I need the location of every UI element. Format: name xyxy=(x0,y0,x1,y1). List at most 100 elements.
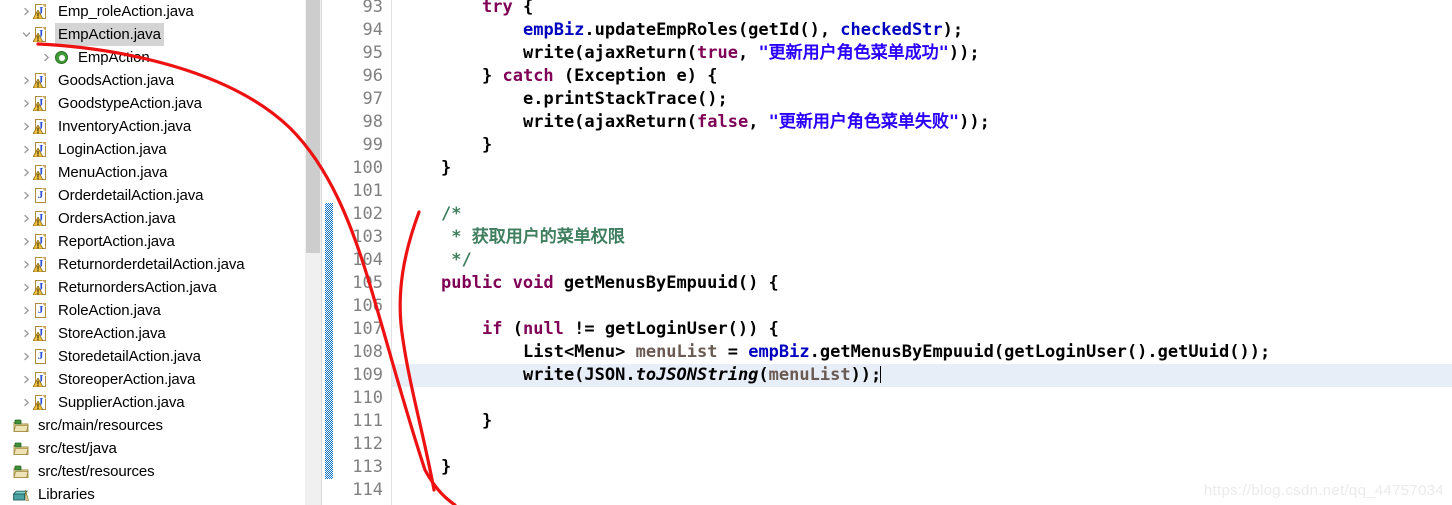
chevron-right-icon[interactable] xyxy=(20,207,33,230)
chevron-right-icon[interactable] xyxy=(20,299,33,322)
code-line-113[interactable]: } xyxy=(441,456,451,479)
line-number: 98 xyxy=(362,112,383,132)
code-line-105[interactable]: public void getMenusByEmpuuid() { xyxy=(441,272,779,295)
code-line-96[interactable]: } catch (Exception e) { xyxy=(482,65,717,88)
line-number: 95 xyxy=(362,43,383,63)
chevron-right-icon[interactable] xyxy=(20,161,33,184)
tree-item-empaction[interactable]: EmpAction xyxy=(0,46,305,69)
tree-item-ordersaction-java[interactable]: J OrdersAction.java xyxy=(0,207,305,230)
chevron-right-icon[interactable] xyxy=(20,322,33,345)
code-line-104[interactable]: */ xyxy=(451,249,471,272)
code-token: } xyxy=(482,135,493,155)
java-file-warning-icon: J xyxy=(33,141,49,158)
code-token: } xyxy=(482,66,503,86)
tree-item-inventoryaction-java[interactable]: J InventoryAction.java xyxy=(0,115,305,138)
tree-item-label: StoreAction.java xyxy=(58,325,166,342)
tree-item-menuaction-java[interactable]: J MenuAction.java xyxy=(0,161,305,184)
tree-item-goodsaction-java[interactable]: J GoodsAction.java xyxy=(0,69,305,92)
code-token: getMenusByEmpuuid() { xyxy=(553,273,779,293)
code-token: write(JSON. xyxy=(523,365,636,385)
code-token: != getLoginUser()) { xyxy=(563,319,779,339)
tree-item-goodstypeaction-java[interactable]: J GoodstypeAction.java xyxy=(0,92,305,115)
code-line-98[interactable]: write(ajaxReturn(false, "更新用户角色菜单失败")); xyxy=(523,111,990,134)
editor-code-area[interactable]: try {empBiz.updateEmpRoles(getId(), chec… xyxy=(392,0,1452,505)
chevron-right-icon[interactable] xyxy=(20,230,33,253)
tree-item-storedetailaction-java[interactable]: J StoredetailAction.java xyxy=(0,345,305,368)
line-number: 113 xyxy=(352,457,383,477)
tree-item-libraries[interactable]: Libraries xyxy=(0,483,305,505)
code-line-97[interactable]: e.printStackTrace(); xyxy=(523,88,728,111)
code-line-99[interactable]: } xyxy=(482,134,492,157)
code-token: = xyxy=(717,342,749,362)
code-line-94[interactable]: empBiz.updateEmpRoles(getId(), checkedSt… xyxy=(523,19,963,42)
tree-item-returnorderdetailaction-java[interactable]: J ReturnorderdetailAction.java xyxy=(0,253,305,276)
code-line-102[interactable]: /* xyxy=(441,203,461,226)
chevron-right-icon[interactable] xyxy=(20,391,33,414)
tree-item-roleaction-java[interactable]: J RoleAction.java xyxy=(0,299,305,322)
tree-item-orderdetailaction-java[interactable]: J OrderdetailAction.java xyxy=(0,184,305,207)
code-line-95[interactable]: write(ajaxReturn(true, "更新用户角色菜单成功")); xyxy=(523,42,980,65)
code-token: public xyxy=(441,273,503,293)
chevron-right-icon[interactable] xyxy=(20,69,33,92)
tree-item-label: LoginAction.java xyxy=(58,141,167,158)
java-file-warning-icon: J xyxy=(33,279,49,296)
code-token: menuList xyxy=(768,365,851,385)
tree-item-label: Libraries xyxy=(38,486,95,503)
tree-item-empaction-java[interactable]: J EmpAction.java xyxy=(0,23,305,46)
chevron-down-icon[interactable] xyxy=(20,23,33,46)
chevron-right-icon[interactable] xyxy=(20,115,33,138)
code-token: checkedStr xyxy=(840,20,943,40)
tree-item-src-test-java[interactable]: src/test/java xyxy=(0,437,305,460)
tree-item-storeaction-java[interactable]: J StoreAction.java xyxy=(0,322,305,345)
code-line-100[interactable]: } xyxy=(441,157,451,180)
tree-item-returnordersaction-java[interactable]: J ReturnordersAction.java xyxy=(0,276,305,299)
chevron-right-icon[interactable] xyxy=(40,46,53,69)
tree-item-label: src/main/resources xyxy=(38,417,163,434)
tree-item-loginaction-java[interactable]: J LoginAction.java xyxy=(0,138,305,161)
java-class-icon xyxy=(53,50,69,66)
code-token: null xyxy=(522,319,564,339)
tree-item-storeoperaction-java[interactable]: J StoreoperAction.java xyxy=(0,368,305,391)
code-token: )); xyxy=(850,365,882,385)
code-line-111[interactable]: } xyxy=(482,410,492,433)
code-token: */ xyxy=(451,250,472,270)
tree-item-src-main-resources[interactable]: src/main/resources xyxy=(0,414,305,437)
line-number: 105 xyxy=(352,273,383,293)
source-folder-icon xyxy=(13,441,29,457)
chevron-right-icon[interactable] xyxy=(20,92,33,115)
chevron-right-icon[interactable] xyxy=(20,368,33,391)
line-number: 106 xyxy=(352,296,383,316)
code-token: , xyxy=(748,112,769,132)
editor-line-number-gutter[interactable]: 93 94 95 96 97 98 99 100 101 102 103 104 105 106 107 10… xyxy=(333,0,400,505)
chevron-right-icon[interactable] xyxy=(20,345,33,368)
chevron-right-icon[interactable] xyxy=(20,276,33,299)
code-token: "更新用户角色菜单成功" xyxy=(758,43,949,63)
chevron-right-icon[interactable] xyxy=(20,253,33,276)
text-caret xyxy=(880,366,882,383)
chevron-right-icon[interactable] xyxy=(20,184,33,207)
code-line-107[interactable]: if (null != getLoginUser()) { xyxy=(482,318,779,341)
package-explorer-tree[interactable]: J Emp_roleAction.java J EmpAction.java EmpAc… xyxy=(0,0,305,505)
explorer-vertical-scrollbar[interactable] xyxy=(305,0,321,505)
code-line-103[interactable]: * 获取用户的菜单权限 xyxy=(451,226,624,249)
tree-item-reportaction-java[interactable]: J ReportAction.java xyxy=(0,230,305,253)
code-line-93[interactable]: try { xyxy=(482,0,533,19)
tree-item-supplieraction-java[interactable]: J SupplierAction.java xyxy=(0,391,305,414)
code-token: write(ajaxReturn( xyxy=(523,112,697,132)
code-token: )); xyxy=(959,112,990,132)
code-editor[interactable]: 93 94 95 96 97 98 99 100 101 102 103 104 105 106 107 10… xyxy=(322,0,1452,505)
scrollbar-thumb[interactable] xyxy=(306,0,320,253)
java-file-warning-icon: J xyxy=(33,164,49,181)
tree-item-label: OrdersAction.java xyxy=(58,210,176,227)
chevron-right-icon[interactable] xyxy=(20,0,33,23)
code-line-109[interactable]: write(JSON.toJSONString(menuList)); xyxy=(523,364,882,387)
tree-item-src-test-resources[interactable]: src/test/resources xyxy=(0,460,305,483)
chevron-right-icon[interactable] xyxy=(20,138,33,161)
code-line-108[interactable]: List<Menu> menuList = empBiz.getMenusByE… xyxy=(523,341,1270,364)
line-number: 108 xyxy=(352,342,383,362)
tree-item-emp-roleaction-java[interactable]: J Emp_roleAction.java xyxy=(0,0,305,23)
